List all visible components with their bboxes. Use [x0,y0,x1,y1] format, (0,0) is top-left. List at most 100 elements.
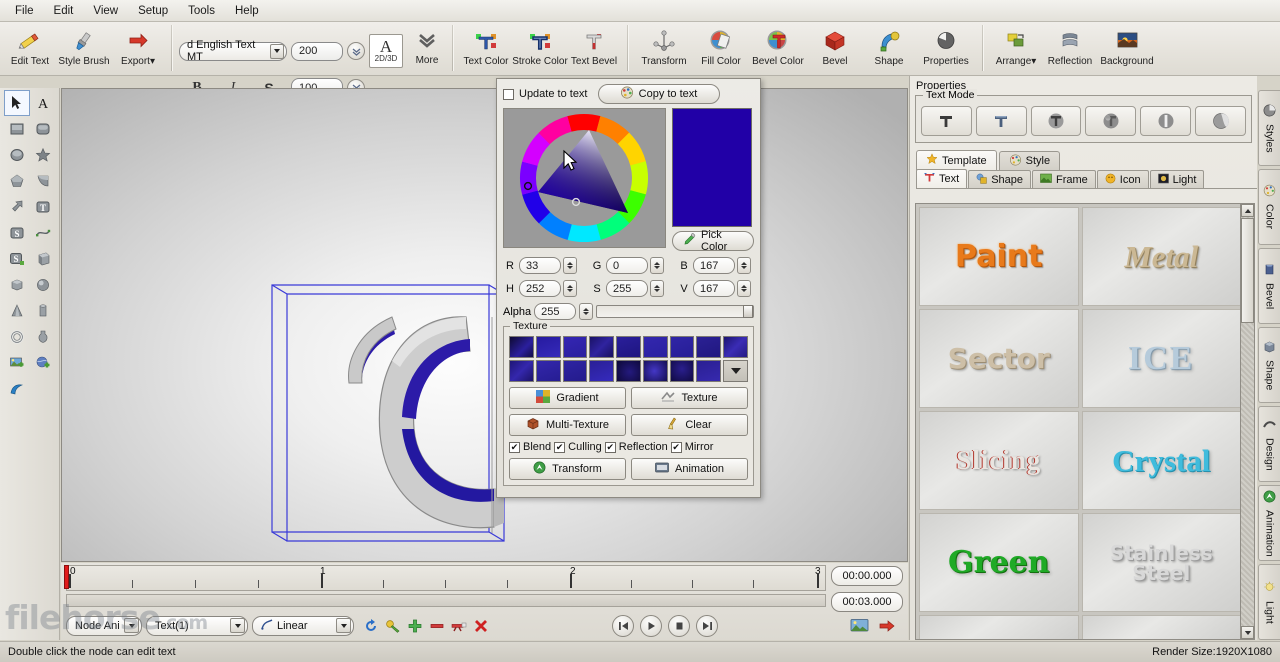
clear-all-button[interactable] [470,615,492,637]
gallery-item[interactable]: Paint [919,207,1079,306]
object-select[interactable]: Text(1) [146,615,248,636]
refresh-button[interactable] [360,615,382,637]
tool-pentagon[interactable] [4,168,30,194]
skip-back-button[interactable] [612,614,634,637]
side-tab-shape[interactable]: Shape [1258,327,1280,403]
gallery-item[interactable]: Green [919,513,1079,612]
gallery-item[interactable]: Metal [1081,207,1241,306]
menu-item-help[interactable]: Help [226,2,268,20]
edit-text-button[interactable]: Edit Text [3,24,57,74]
v-stepper[interactable] [737,280,751,297]
more-button[interactable]: More [407,26,447,76]
tool-image-add[interactable] [4,350,30,376]
tool-vase[interactable] [30,324,56,350]
reflection-checkbox[interactable]: ✔ Reflection [604,441,668,453]
side-tab-animation[interactable]: Animation [1258,485,1280,561]
texture-swatch[interactable] [535,360,561,382]
key-button[interactable] [382,615,404,637]
tab-icon[interactable]: Icon [1096,170,1149,188]
menu-item-setup[interactable]: Setup [129,2,177,20]
b-input[interactable]: 167 [693,257,735,274]
copy-to-text-button[interactable]: Copy to text [597,84,720,104]
export-button[interactable]: Export▾ [111,24,165,74]
gallery-item[interactable]: ICE [1081,309,1241,408]
tool-path[interactable] [30,220,56,246]
side-tab-color[interactable]: Color [1258,169,1280,245]
mode-2d3d-button[interactable]: A 2D/3D [369,34,403,68]
chevron-down-icon[interactable] [336,618,351,633]
h-input[interactable]: 252 [519,280,561,297]
texture-swatch[interactable] [589,360,615,382]
style-brush-button[interactable]: Style Brush [57,24,111,74]
tool-arrow[interactable] [4,194,30,220]
menu-item-edit[interactable]: Edit [45,2,83,20]
text-mode-sphere-button[interactable] [1195,106,1246,136]
g-stepper[interactable] [650,257,664,274]
template-gallery[interactable]: Paint Metal Sector ICE Slicing Crystal G… [915,203,1245,640]
texture-swatch[interactable] [535,336,561,358]
stroke-color-button[interactable]: Stroke Color [512,24,568,74]
total-time-field[interactable]: 00:03.000 [831,592,903,612]
side-tab-bevel[interactable]: Bevel [1258,248,1280,324]
fill-color-button[interactable]: Fill Color [694,24,748,74]
shape-button[interactable]: Shape [862,24,916,74]
scroll-up-button[interactable] [1241,204,1254,217]
arrange-button[interactable]: Arrange▾ [989,24,1043,74]
texture-swatch[interactable] [589,336,615,358]
skip-forward-button[interactable] [696,614,718,637]
texture-swatch[interactable] [696,336,722,358]
pick-color-button[interactable]: Pick Color [672,229,754,253]
alpha-slider-knob[interactable] [743,305,753,318]
v-input[interactable]: 167 [693,280,735,297]
font-size-stepper[interactable] [347,42,365,60]
gallery-item[interactable] [919,615,1079,639]
tool-text-a[interactable]: A [30,90,56,116]
tool-ellipse[interactable] [4,142,30,168]
gradient-button[interactable]: Gradient [509,387,626,409]
tool-s-shape[interactable]: S [4,220,30,246]
texture-swatch[interactable] [669,360,695,382]
timeline-track[interactable] [66,594,826,607]
scrollbar-thumb[interactable] [1241,218,1254,323]
bevel-color-button[interactable]: Bevel Color [748,24,808,74]
multi-texture-button[interactable]: Multi-Texture [509,414,626,436]
tab-template[interactable]: Template [916,150,997,170]
tab-style[interactable]: Style [998,151,1061,170]
transform-button[interactable]: Transform [634,24,694,74]
timeline-playhead[interactable] [64,565,69,589]
s-input[interactable]: 255 [606,280,648,297]
tool-globe-add[interactable] [30,350,56,376]
timeline-ruler[interactable]: 0 1 2 3 [66,565,826,591]
texture-swatch[interactable] [509,360,534,382]
texture-more-button[interactable] [723,360,748,382]
alpha-stepper[interactable] [579,303,594,320]
tool-tube[interactable] [30,298,56,324]
tab-text[interactable]: Text [916,169,968,188]
side-tab-light[interactable]: Light [1258,564,1280,640]
export-button-timeline[interactable] [876,615,898,637]
font-family-select[interactable]: d English Text MT [179,39,287,63]
properties-button[interactable]: Properties [916,24,976,74]
node-ani-select[interactable]: Node Ani [66,615,142,636]
gallery-scrollbar[interactable] [1240,203,1255,640]
remove-key-button[interactable] [426,615,448,637]
texture-swatch[interactable] [562,360,588,382]
current-time-field[interactable]: 00:00.000 [831,566,903,586]
text-mode-round-button[interactable] [1030,106,1082,136]
text-mode-soft-button[interactable] [1085,106,1137,136]
text-mode-flat-button[interactable] [921,106,972,136]
add-key-button[interactable] [404,615,426,637]
blend-checkbox[interactable]: ✔ Blend [509,441,551,453]
tool-wave[interactable] [4,376,30,402]
texture-swatch[interactable] [562,336,588,358]
gallery-item[interactable] [1081,615,1241,639]
tab-frame[interactable]: Frame [1032,170,1096,188]
background-button[interactable]: Background [1097,24,1157,74]
render-image-button[interactable] [848,615,870,637]
r-input[interactable]: 33 [519,257,561,274]
tool-select-arrow[interactable] [4,90,30,116]
texture-swatch[interactable] [616,336,641,358]
tool-star[interactable] [30,142,56,168]
play-button[interactable] [640,614,662,637]
side-tab-styles[interactable]: Styles [1258,90,1280,166]
